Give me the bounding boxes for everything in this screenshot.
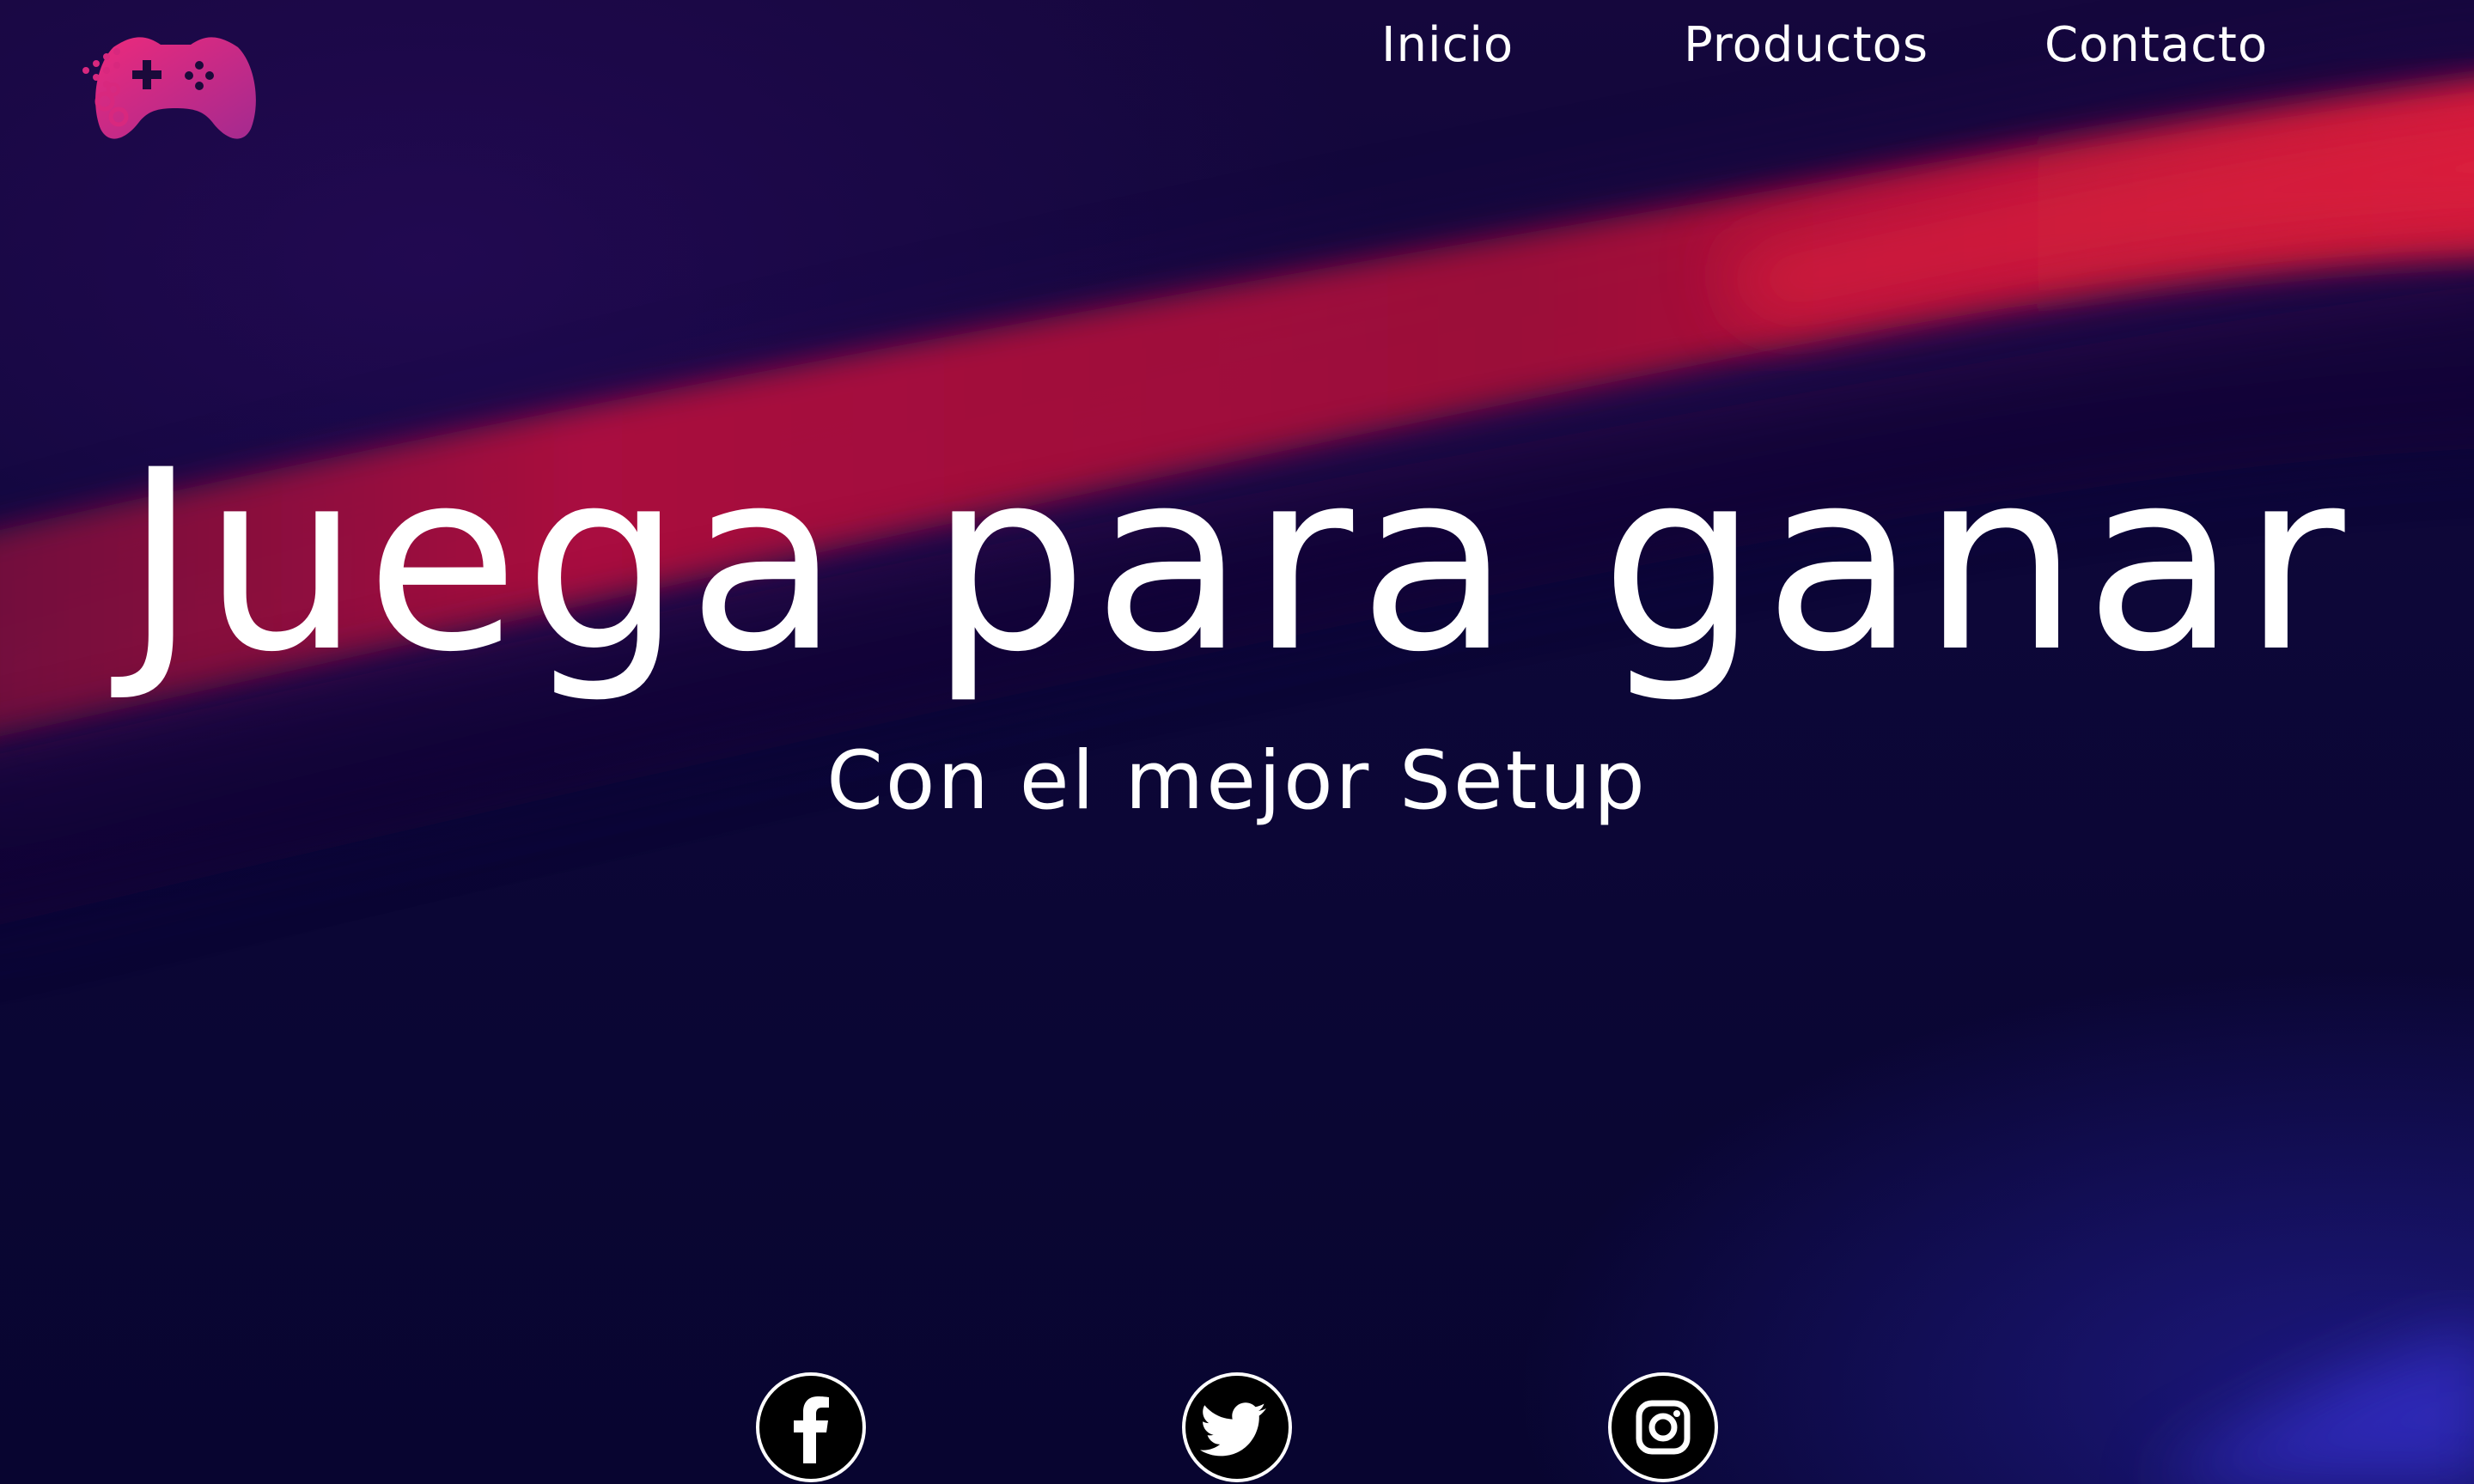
twitter-icon (1200, 1402, 1266, 1457)
twitter-icon-circle (1185, 1376, 1289, 1479)
instagram-icon (1636, 1400, 1691, 1455)
logo[interactable] (79, 26, 259, 146)
nav-link-productos[interactable]: Productos (1684, 7, 1929, 84)
twitter-link[interactable] (1182, 1372, 1292, 1482)
instagram-link[interactable] (1608, 1372, 1718, 1482)
hero-title: Juega para ganar (124, 417, 2350, 707)
facebook-link[interactable] (756, 1372, 866, 1482)
nav-link-inicio[interactable]: Inicio (1381, 7, 1514, 84)
facebook-icon-circle (759, 1376, 862, 1479)
hero-subtitle: Con el mejor Setup (826, 734, 1648, 828)
nav-link-contacto[interactable]: Contacto (2044, 7, 2268, 84)
landing-page: Inicio Productos Contacto Juega para gan… (0, 0, 2474, 1484)
gamepad-icon (82, 37, 256, 139)
facebook-icon (794, 1396, 829, 1463)
instagram-icon-circle (1612, 1376, 1715, 1479)
